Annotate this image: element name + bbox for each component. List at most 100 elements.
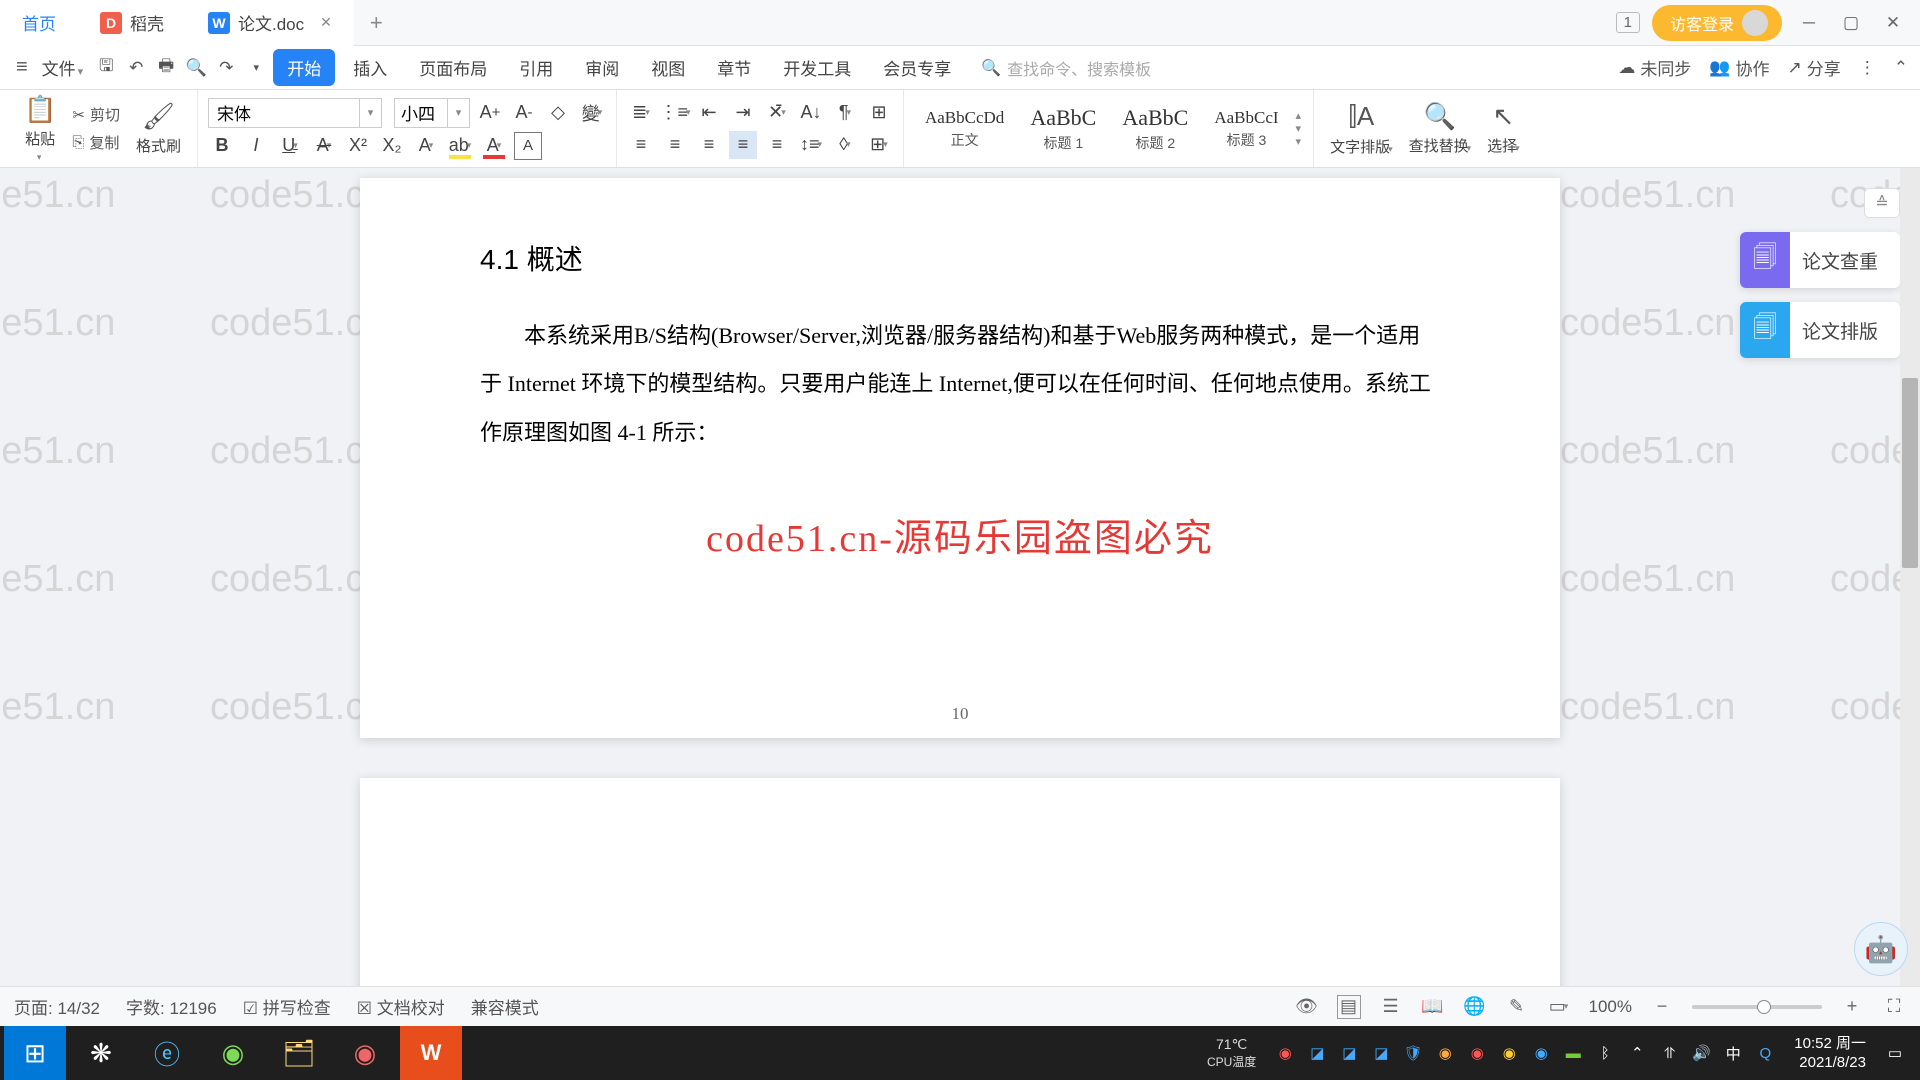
login-button[interactable]: 访客登录 bbox=[1652, 5, 1782, 41]
tray-icon-1[interactable]: ◉ bbox=[1274, 1042, 1296, 1064]
select-button[interactable]: ↖选择▾ bbox=[1481, 101, 1526, 156]
tray-clock[interactable]: 10:52 周一2021/8/23 bbox=[1786, 1034, 1874, 1073]
find-replace-button[interactable]: 🔍查找替换▾ bbox=[1403, 101, 1478, 156]
document-page-next[interactable] bbox=[360, 778, 1560, 986]
tray-icon-2[interactable]: ◪ bbox=[1306, 1042, 1328, 1064]
tray-icon-10[interactable]: ▬ bbox=[1562, 1042, 1584, 1064]
maximize-button[interactable]: ▢ bbox=[1836, 8, 1866, 38]
redo-icon[interactable]: ↷ bbox=[213, 55, 239, 81]
bold-button[interactable]: B bbox=[208, 132, 236, 160]
undo-icon[interactable]: ↶ bbox=[123, 55, 149, 81]
view-read-icon[interactable]: 📖 bbox=[1421, 995, 1445, 1019]
view-page-icon[interactable]: ▤ bbox=[1337, 995, 1361, 1019]
tray-ime[interactable]: 中 bbox=[1722, 1042, 1744, 1064]
tray-up-icon[interactable]: ⌃ bbox=[1626, 1042, 1648, 1064]
status-page[interactable]: 页面: 14/32 bbox=[14, 994, 100, 1019]
command-search[interactable]: 🔍 查找命令、搜索模板 bbox=[981, 56, 1151, 80]
tray-icon-9[interactable]: ◉ bbox=[1530, 1042, 1552, 1064]
style-heading3[interactable]: AaBbCcI标题 3 bbox=[1203, 104, 1289, 154]
tray-icon-7[interactable]: ◉ bbox=[1466, 1042, 1488, 1064]
tray-icon-8[interactable]: ◉ bbox=[1498, 1042, 1520, 1064]
window-count-badge[interactable]: 1 bbox=[1616, 12, 1640, 33]
menu-tab-chapter[interactable]: 章节 bbox=[703, 49, 765, 86]
font-size-select[interactable]: 小四▾ bbox=[394, 98, 470, 128]
italic-button[interactable]: I bbox=[242, 132, 270, 160]
strikethrough-button[interactable]: A▾ bbox=[310, 132, 338, 160]
hamburger-icon[interactable]: ≡ bbox=[12, 52, 32, 83]
tray-bluetooth-icon[interactable]: ᛒ bbox=[1594, 1042, 1616, 1064]
vertical-scrollbar[interactable] bbox=[1900, 168, 1920, 986]
text-layout-button[interactable]: ⫿A文字排版▾ bbox=[1324, 101, 1399, 157]
style-scroll[interactable]: ▴▾▾ bbox=[1294, 105, 1304, 152]
tab-stops-button[interactable]: ⊞ bbox=[865, 99, 893, 127]
status-spellcheck[interactable]: ☑ 拼写检查 bbox=[243, 994, 331, 1019]
highlight-button[interactable]: ab▾ bbox=[446, 132, 474, 160]
decrease-font-icon[interactable]: A- bbox=[510, 99, 538, 127]
numbering-button[interactable]: ⋮≡▾ bbox=[661, 99, 689, 127]
zoom-out-button[interactable]: − bbox=[1650, 995, 1674, 1019]
phonetic-icon[interactable]: 變▾ bbox=[578, 99, 606, 127]
menu-tab-dev[interactable]: 开发工具 bbox=[769, 49, 865, 86]
paper-check-button[interactable]: 🗐 论文查重 bbox=[1740, 232, 1900, 288]
status-doccheck[interactable]: ☒ 文档校对 bbox=[357, 994, 445, 1019]
align-left-button[interactable]: ≡ bbox=[627, 131, 655, 159]
style-heading2[interactable]: AaBbC标题 2 bbox=[1111, 101, 1199, 157]
tab-home[interactable]: 首页 bbox=[0, 0, 78, 46]
more-icon[interactable]: ⋮ bbox=[1859, 58, 1876, 78]
status-compat[interactable]: 兼容模式 bbox=[471, 994, 539, 1019]
char-border-button[interactable]: A bbox=[514, 132, 542, 160]
paste-button[interactable]: 📋粘贴▾ bbox=[18, 94, 62, 163]
close-icon[interactable]: ✕ bbox=[320, 14, 332, 31]
asian-layout-button[interactable]: ✕̄▾ bbox=[763, 99, 791, 127]
clear-format-icon[interactable]: ◇ bbox=[544, 99, 572, 127]
tray-icon-q[interactable]: Q bbox=[1754, 1042, 1776, 1064]
zoom-slider[interactable] bbox=[1692, 1005, 1822, 1009]
menu-tab-reference[interactable]: 引用 bbox=[505, 49, 567, 86]
borders-button[interactable]: ⊞▾ bbox=[865, 131, 893, 159]
cut-button[interactable]: ✂剪切 bbox=[68, 102, 124, 127]
zoom-fit-icon[interactable]: ▭▾ bbox=[1547, 995, 1571, 1019]
bullets-button[interactable]: ≣▾ bbox=[627, 99, 655, 127]
format-brush-button[interactable]: 🖌格式刷 bbox=[130, 101, 187, 156]
side-toggle-button[interactable]: ≙ bbox=[1864, 188, 1900, 218]
eye-icon[interactable]: 👁 bbox=[1295, 995, 1319, 1019]
align-justify-button[interactable]: ≡ bbox=[729, 131, 757, 159]
document-page[interactable]: 4.1 概述 本系统采用B/S结构(Browser/Server,浏览器/服务器… bbox=[360, 178, 1560, 738]
shading-button[interactable]: ◊▾ bbox=[831, 131, 859, 159]
underline-button[interactable]: U▾ bbox=[276, 132, 304, 160]
subscript-button[interactable]: X₂ bbox=[378, 132, 406, 160]
edit-mode-icon[interactable]: ✎ bbox=[1505, 995, 1529, 1019]
print-icon[interactable]: 🖶 bbox=[153, 55, 179, 81]
assistant-float-button[interactable]: 🤖 bbox=[1854, 922, 1908, 976]
tray-icon-3[interactable]: ◪ bbox=[1338, 1042, 1360, 1064]
tray-notifications-icon[interactable]: ▭ bbox=[1884, 1042, 1906, 1064]
sync-status[interactable]: ☁未同步 bbox=[1618, 55, 1691, 80]
minimize-button[interactable]: ─ bbox=[1794, 8, 1824, 38]
tray-icon-4[interactable]: ◪ bbox=[1370, 1042, 1392, 1064]
line-spacing-button[interactable]: ↕≡▾ bbox=[797, 131, 825, 159]
task-browser[interactable]: ◉ bbox=[202, 1026, 264, 1080]
font-name-select[interactable]: 宋体▾ bbox=[208, 98, 382, 128]
copy-button[interactable]: ⎘复制 bbox=[68, 130, 124, 155]
tray-cpu-temp[interactable]: 71℃CPU温度 bbox=[1207, 1036, 1256, 1070]
style-heading1[interactable]: AaBbC标题 1 bbox=[1019, 101, 1107, 157]
close-button[interactable]: ✕ bbox=[1878, 8, 1908, 38]
zoom-in-button[interactable]: + bbox=[1840, 995, 1864, 1019]
distribute-button[interactable]: ≡ bbox=[763, 131, 791, 159]
tray-volume-icon[interactable]: 🔊 bbox=[1690, 1042, 1712, 1064]
collab-button[interactable]: 👥协作 bbox=[1709, 55, 1769, 80]
increase-font-icon[interactable]: A+ bbox=[476, 99, 504, 127]
tray-wifi-icon[interactable]: ⥣ bbox=[1658, 1042, 1680, 1064]
status-words[interactable]: 字数: 12196 bbox=[126, 994, 217, 1019]
more-quick-icon[interactable]: ▾ bbox=[243, 55, 269, 81]
new-tab-button[interactable]: + bbox=[354, 10, 399, 36]
menu-tab-start[interactable]: 开始 bbox=[273, 49, 335, 86]
share-button[interactable]: ↗分享 bbox=[1788, 55, 1841, 80]
view-web-icon[interactable]: 🌐 bbox=[1463, 995, 1487, 1019]
task-app-1[interactable]: ❋ bbox=[70, 1026, 132, 1080]
paper-layout-button[interactable]: 🗐 论文排版 bbox=[1740, 302, 1900, 358]
task-ie[interactable]: ⓔ bbox=[136, 1026, 198, 1080]
start-button[interactable]: ⊞ bbox=[4, 1026, 66, 1080]
style-normal[interactable]: AaBbCcDd正文 bbox=[914, 104, 1015, 154]
view-outline-icon[interactable]: ☰ bbox=[1379, 995, 1403, 1019]
